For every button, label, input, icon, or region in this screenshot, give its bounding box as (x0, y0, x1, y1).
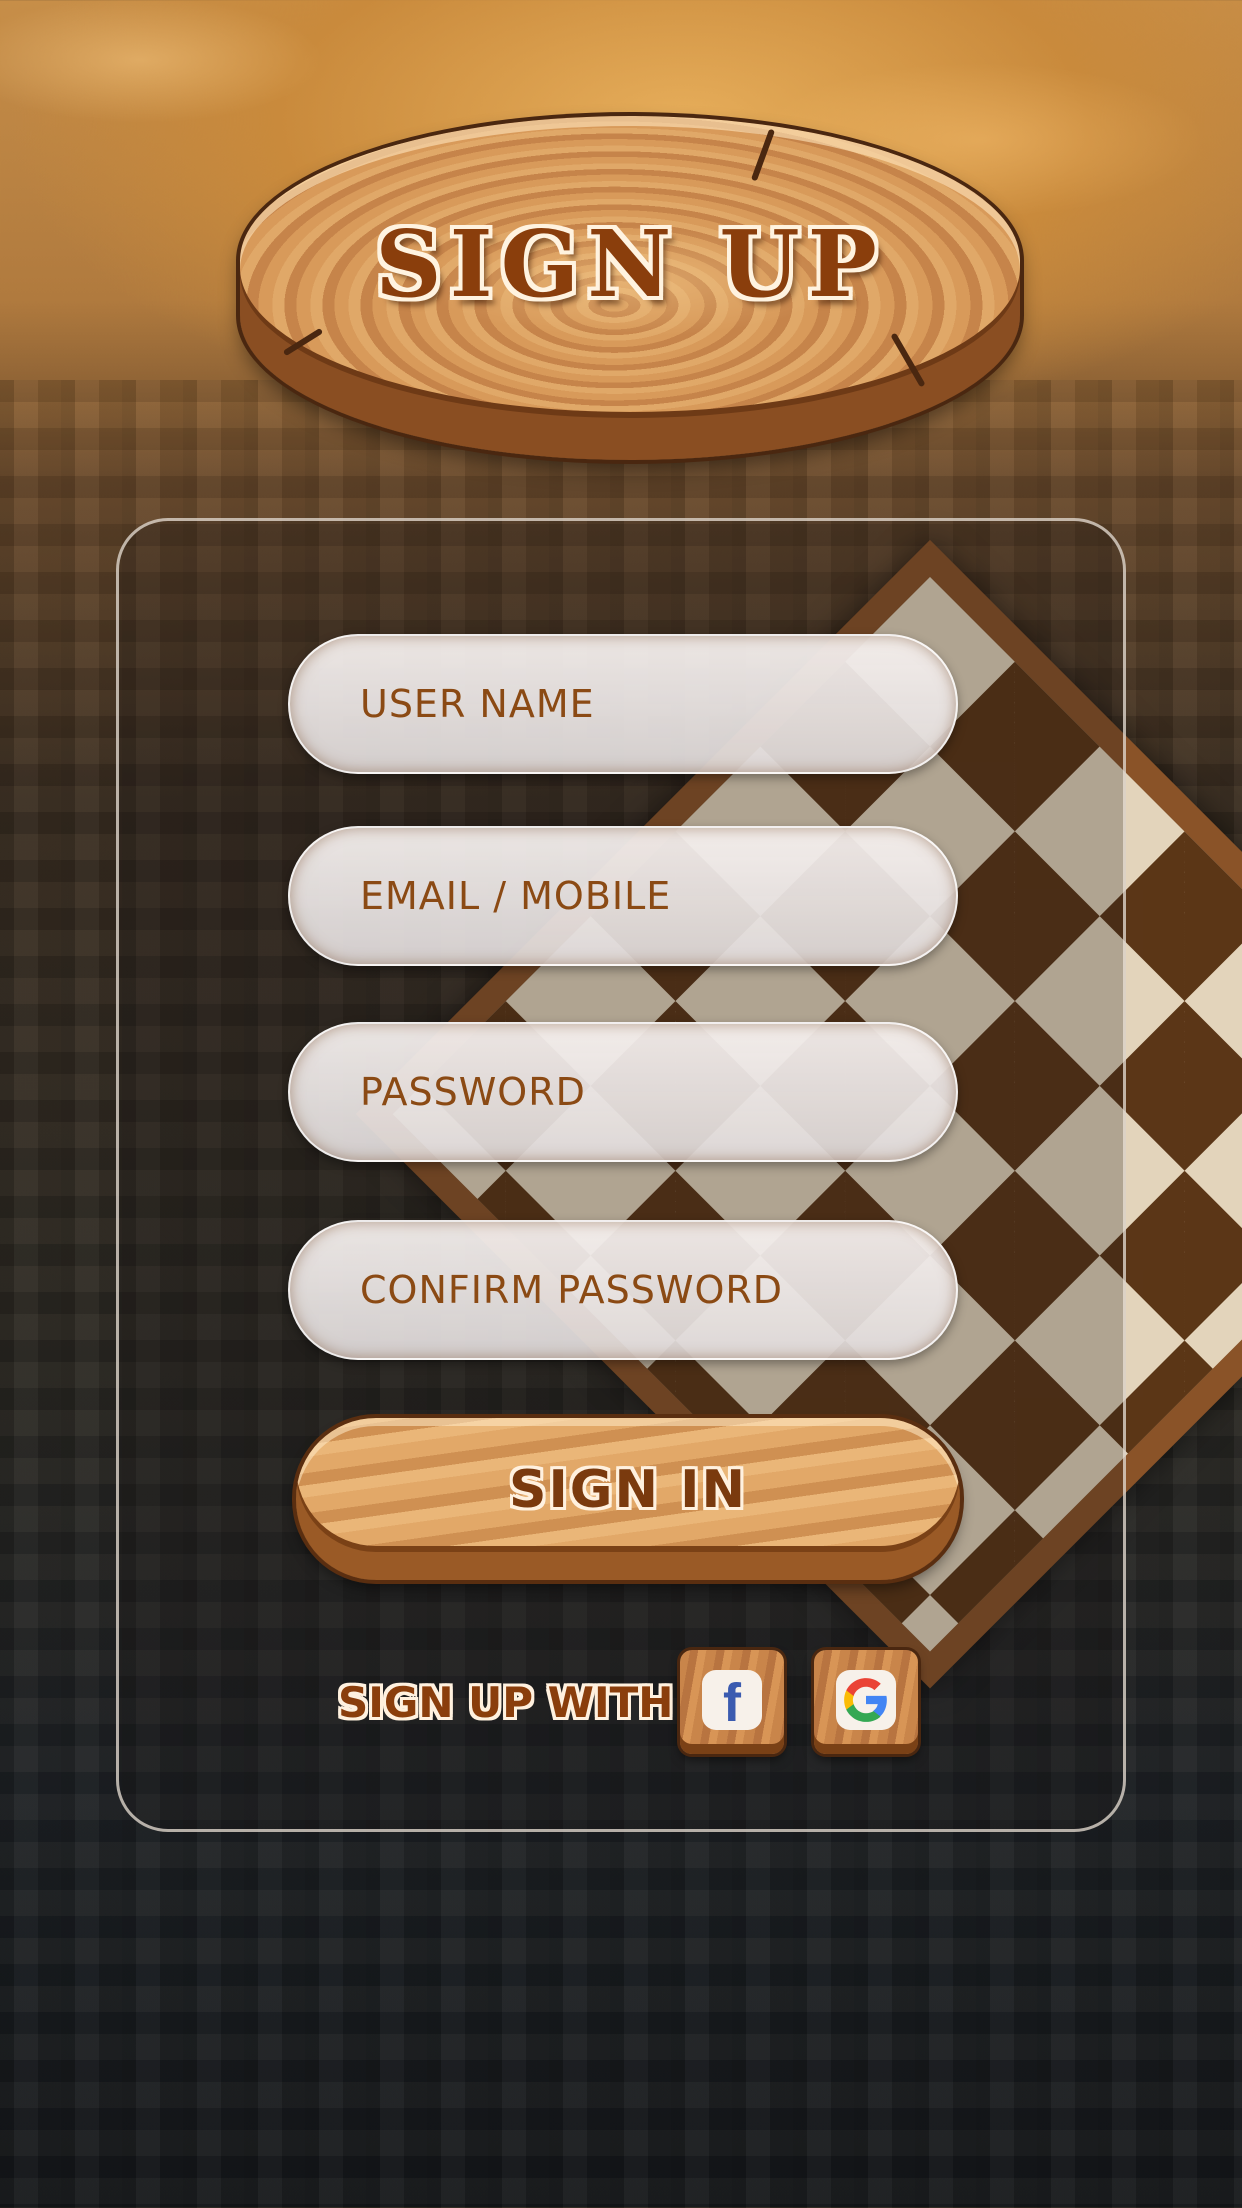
confirm-password-input[interactable] (290, 1222, 956, 1358)
confirm-password-field[interactable] (288, 1220, 958, 1360)
password-input[interactable] (290, 1024, 956, 1160)
username-input[interactable] (290, 636, 956, 772)
google-button[interactable] (814, 1650, 918, 1754)
sign-in-button[interactable]: SIGN IN (296, 1418, 960, 1580)
facebook-icon: f (723, 1673, 741, 1733)
sign-in-label: SIGN IN (509, 1460, 747, 1520)
email-input[interactable] (290, 828, 956, 964)
username-field[interactable] (288, 634, 958, 774)
password-field[interactable] (288, 1022, 958, 1162)
google-icon (844, 1678, 887, 1722)
email-field[interactable] (288, 826, 958, 966)
page-title: SIGN UP (375, 210, 885, 318)
sign-up-with-label: SIGN UP WITH (338, 1678, 674, 1727)
facebook-button[interactable]: f (680, 1650, 784, 1754)
